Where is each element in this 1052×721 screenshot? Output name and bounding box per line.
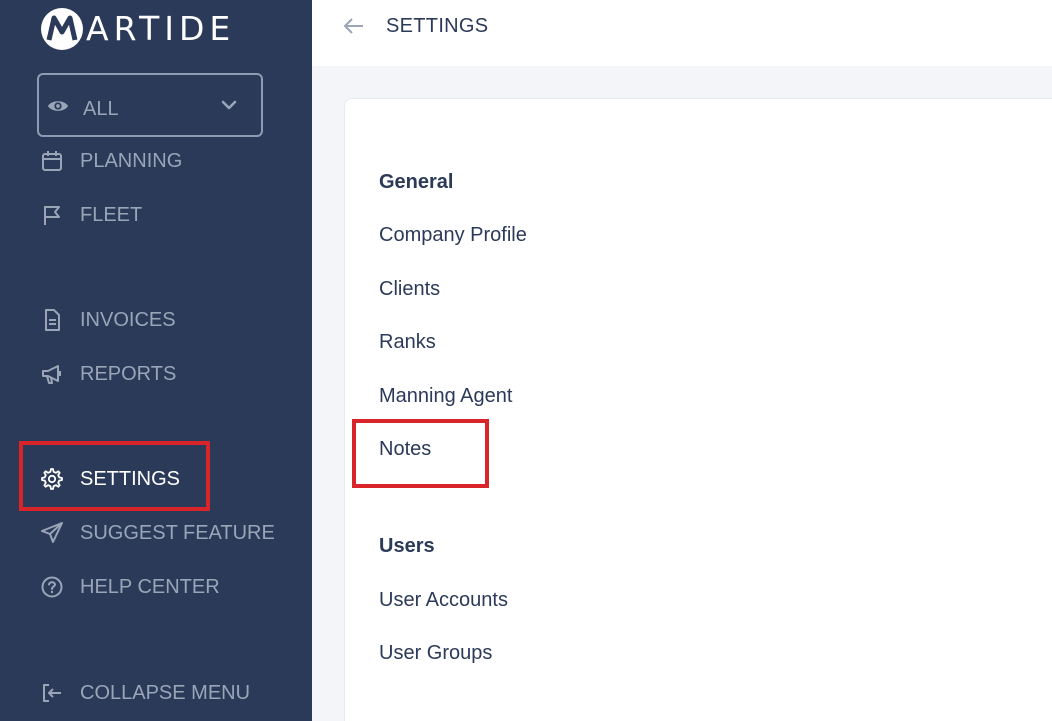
sidebar-item-invoices[interactable]: INVOICES: [40, 305, 176, 335]
sidebar-item-label: REPORTS: [80, 362, 177, 385]
link-company-profile[interactable]: Company Profile: [379, 222, 527, 248]
section-heading-users: Users: [379, 535, 435, 557]
logo[interactable]: ARTIDE: [40, 6, 235, 52]
link-ranks[interactable]: Ranks: [379, 329, 436, 355]
link-user-accounts[interactable]: User Accounts: [379, 587, 508, 613]
sidebar-item-label: SUGGEST FEATURE: [80, 521, 275, 544]
sidebar-item-label: PLANNING: [80, 149, 183, 172]
page-title: SETTINGS: [386, 15, 489, 37]
question-icon: [40, 575, 64, 599]
sidebar: ARTIDE ALL PLANNING FLEET INVOICES REPOR…: [0, 0, 312, 721]
flag-icon: [40, 203, 64, 227]
sidebar-item-label: COLLAPSE MENU: [80, 681, 251, 704]
logo-text: ARTIDE: [86, 9, 236, 48]
send-icon: [40, 521, 64, 545]
sidebar-item-collapse-menu[interactable]: COLLAPSE MENU: [40, 678, 250, 708]
settings-highlight-box: [19, 441, 210, 511]
sidebar-item-planning[interactable]: PLANNING: [40, 146, 182, 176]
sidebar-item-label: HELP CENTER: [80, 575, 220, 598]
link-user-groups[interactable]: User Groups: [379, 640, 492, 666]
link-clients[interactable]: Clients: [379, 276, 440, 302]
calendar-icon: [40, 149, 64, 173]
chevron-down-icon: [221, 100, 237, 110]
sidebar-item-label: FLEET: [80, 203, 143, 226]
view-filter-value: ALL: [83, 98, 119, 120]
notes-highlight-box: [352, 419, 489, 488]
sidebar-item-label: INVOICES: [80, 308, 176, 331]
collapse-icon: [40, 681, 64, 705]
header: SETTINGS: [312, 0, 1052, 66]
arrow-left-icon[interactable]: [342, 14, 366, 38]
document-icon: [40, 308, 64, 332]
logo-mark-icon: [41, 8, 83, 50]
view-filter-select[interactable]: ALL: [37, 73, 263, 137]
link-manning-agent[interactable]: Manning Agent: [379, 383, 512, 409]
section-heading-general: General: [379, 171, 454, 193]
megaphone-icon: [40, 362, 64, 386]
eye-icon: [47, 101, 69, 111]
sidebar-item-help-center[interactable]: HELP CENTER: [40, 572, 220, 602]
sidebar-item-suggest-feature[interactable]: SUGGEST FEATURE: [40, 518, 275, 548]
sidebar-item-reports[interactable]: REPORTS: [40, 359, 176, 389]
sidebar-item-fleet[interactable]: FLEET: [40, 200, 142, 230]
